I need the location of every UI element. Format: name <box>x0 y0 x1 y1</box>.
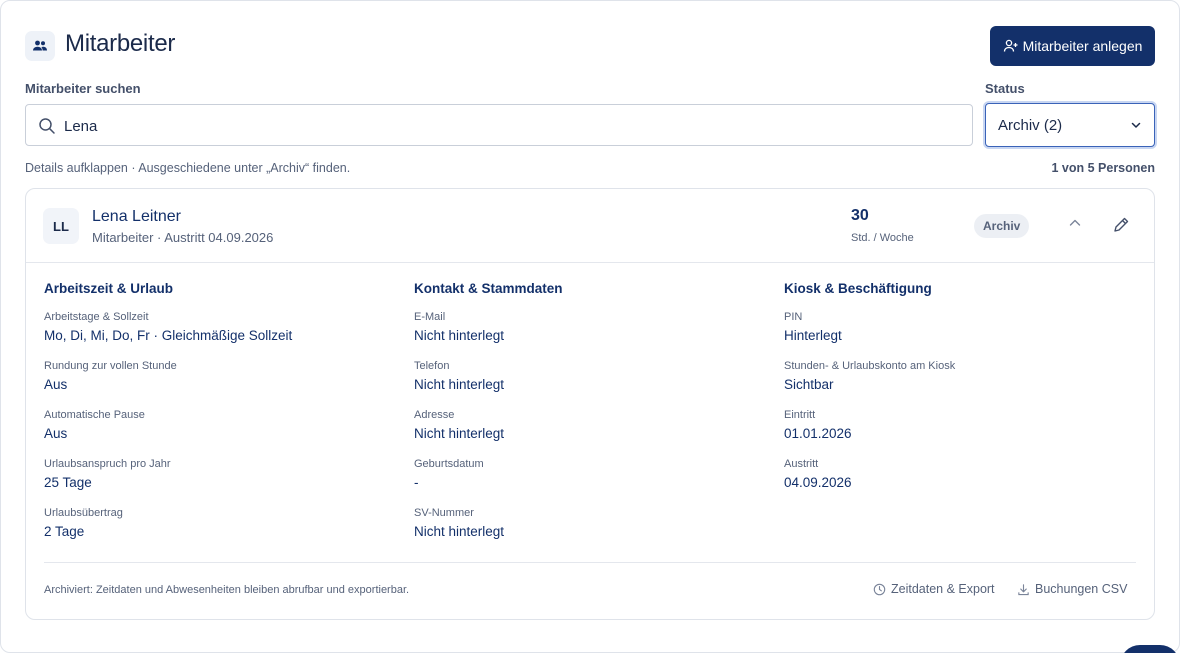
field-value: Nicht hinterlegt <box>414 524 505 539</box>
field-value: - <box>414 475 419 490</box>
section-title: Arbeitszeit & Urlaub <box>44 281 174 296</box>
field-label: Austritt <box>784 458 819 470</box>
field-email: E-Mail Nicht hinterlegt <box>414 310 764 359</box>
employee-name[interactable]: Lena Leitner <box>92 208 181 226</box>
weekly-hours-unit: Std. / Woche <box>851 232 914 244</box>
pencil-icon[interactable] <box>1112 216 1130 234</box>
field-birthdate: Geburtsdatum - <box>414 457 764 506</box>
clock-icon <box>873 583 886 595</box>
search-field[interactable] <box>25 104 973 146</box>
page-header: Mitarbeiter Mitarbeiter anlegen <box>25 26 1155 66</box>
field-rounding: Rundung zur vollen Stunde Aus <box>44 359 394 408</box>
field-vacation-carryover: Urlaubsübertrag 2 Tage <box>44 506 394 555</box>
field-value: Nicht hinterlegt <box>414 426 505 441</box>
hint-text: Details aufklappen · Ausgeschiedene unte… <box>25 161 351 175</box>
field-value: 01.01.2026 <box>784 426 852 441</box>
field-label: Adresse <box>414 409 455 421</box>
page-title: Mitarbeiter <box>65 30 176 57</box>
bookings-csv-link[interactable]: Buchungen CSV <box>1017 582 1127 596</box>
user-plus-icon <box>1003 39 1018 52</box>
field-label: E-Mail <box>414 311 446 323</box>
field-kiosk-account: Stunden- & Urlaubskonto am Kiosk Sichtba… <box>784 359 1134 408</box>
archive-note: Archiviert: Zeitdaten und Abwesenheiten … <box>44 584 410 596</box>
field-value: 04.09.2026 <box>784 475 852 490</box>
status-select[interactable]: Archiv (2) <box>985 103 1155 147</box>
field-label: Telefon <box>414 360 450 372</box>
field-label: Arbeitstage & Sollzeit <box>44 311 149 323</box>
users-icon <box>25 31 55 61</box>
download-icon <box>1018 583 1029 595</box>
field-entry-date: Eintritt 01.01.2026 <box>784 408 1134 457</box>
bookings-csv-label: Buchungen CSV <box>1035 582 1128 596</box>
field-pin: PIN Hinterlegt <box>784 310 1134 359</box>
field-label: Urlaubsübertrag <box>44 507 123 519</box>
field-value: Hinterlegt <box>784 328 842 343</box>
search-input[interactable] <box>64 115 944 137</box>
search-label: Mitarbeiter suchen <box>25 81 141 96</box>
status-label: Status <box>985 81 1025 96</box>
employee-card: LL Lena Leitner Mitarbeiter · Austritt 0… <box>25 188 1155 620</box>
field-value: Aus <box>44 377 68 392</box>
section-contact: Kontakt & Stammdaten E-Mail Nicht hinter… <box>414 281 764 555</box>
result-count: 1 von 5 Personen <box>1051 161 1155 175</box>
status-badge: Archiv <box>974 214 1030 238</box>
field-label: Automatische Pause <box>44 409 145 421</box>
field-value: Sichtbar <box>784 377 834 392</box>
field-label: SV-Nummer <box>414 507 474 519</box>
field-label: PIN <box>784 311 803 323</box>
field-value: Mo, Di, Mi, Do, Fr · Gleichmäßige Sollze… <box>44 328 293 343</box>
time-data-export-link[interactable]: Zeitdaten & Export <box>873 582 995 596</box>
field-value: Aus <box>44 426 68 441</box>
field-sv-number: SV-Nummer Nicht hinterlegt <box>414 506 764 555</box>
status-value: Archiv (2) <box>998 117 1063 134</box>
field-label: Urlaubsanspruch pro Jahr <box>44 458 171 470</box>
chevron-up-icon[interactable] <box>1068 216 1082 230</box>
weekly-hours: 30 <box>851 207 869 224</box>
section-work-time: Arbeitszeit & Urlaub Arbeitstage & Sollz… <box>44 281 394 555</box>
employee-subtitle: Mitarbeiter · Austritt 04.09.2026 <box>92 230 274 245</box>
section-title: Kontakt & Stammdaten <box>414 281 563 296</box>
field-value: 2 Tage <box>44 524 85 539</box>
chevron-down-icon <box>1131 122 1141 128</box>
field-auto-break: Automatische Pause Aus <box>44 408 394 457</box>
add-employee-label: Mitarbeiter anlegen <box>1022 38 1143 54</box>
search-icon <box>39 118 55 134</box>
section-kiosk: Kiosk & Beschäftigung PIN Hinterlegt Stu… <box>784 281 1134 506</box>
field-value: Nicht hinterlegt <box>414 328 505 343</box>
field-exit-date: Austritt 04.09.2026 <box>784 457 1134 506</box>
field-label: Rundung zur vollen Stunde <box>44 360 177 372</box>
field-workdays: Arbeitstage & Sollzeit Mo, Di, Mi, Do, F… <box>44 310 394 359</box>
footer-divider <box>44 562 1136 563</box>
field-label: Eintritt <box>784 409 816 421</box>
field-label: Stunden- & Urlaubskonto am Kiosk <box>784 360 956 372</box>
avatar: LL <box>43 208 79 244</box>
field-value: Nicht hinterlegt <box>414 377 505 392</box>
field-address: Adresse Nicht hinterlegt <box>414 408 764 457</box>
card-divider <box>26 262 1154 263</box>
field-vacation-entitlement: Urlaubsanspruch pro Jahr 25 Tage <box>44 457 394 506</box>
field-label: Geburtsdatum <box>414 458 484 470</box>
time-data-export-label: Zeitdaten & Export <box>891 582 995 596</box>
add-employee-button[interactable]: Mitarbeiter anlegen <box>990 26 1155 66</box>
field-value: 25 Tage <box>44 475 92 490</box>
section-title: Kiosk & Beschäftigung <box>784 281 932 296</box>
field-phone: Telefon Nicht hinterlegt <box>414 359 764 408</box>
